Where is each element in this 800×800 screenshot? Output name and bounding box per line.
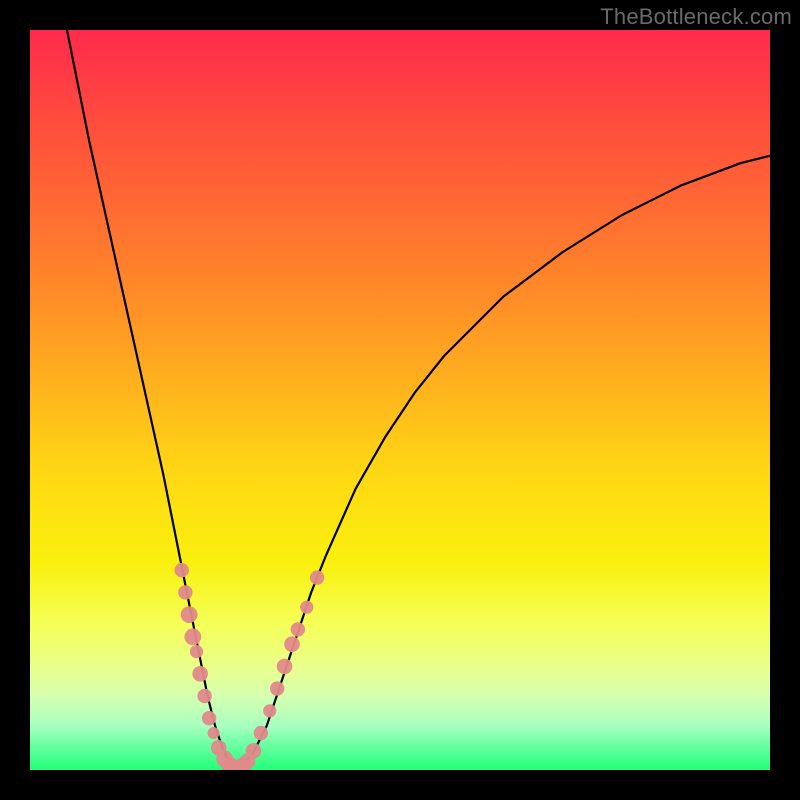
data-point bbox=[291, 622, 305, 636]
data-point bbox=[184, 628, 201, 645]
data-point bbox=[270, 681, 284, 695]
data-point bbox=[263, 704, 276, 717]
data-point bbox=[254, 726, 268, 740]
data-point bbox=[277, 659, 293, 675]
chart-stage: TheBottleneck.com bbox=[0, 0, 800, 800]
data-point bbox=[300, 601, 313, 614]
data-point bbox=[208, 727, 220, 739]
data-point bbox=[181, 606, 198, 623]
data-point bbox=[192, 666, 208, 682]
chart-plot-area bbox=[30, 30, 770, 770]
data-point bbox=[175, 563, 189, 577]
data-point bbox=[211, 740, 227, 756]
watermark-text: TheBottleneck.com bbox=[600, 4, 792, 30]
data-point bbox=[216, 751, 233, 768]
data-point bbox=[178, 585, 192, 599]
data-point bbox=[221, 757, 238, 770]
bottleneck-curve bbox=[30, 30, 770, 770]
data-point bbox=[227, 760, 245, 770]
data-point bbox=[246, 743, 262, 759]
data-point bbox=[190, 645, 203, 658]
data-point bbox=[240, 753, 256, 769]
data-point bbox=[197, 689, 211, 703]
data-point bbox=[310, 570, 324, 584]
sample-dots bbox=[30, 30, 770, 770]
data-point bbox=[233, 758, 251, 770]
data-point bbox=[202, 711, 216, 725]
data-point bbox=[284, 636, 300, 652]
